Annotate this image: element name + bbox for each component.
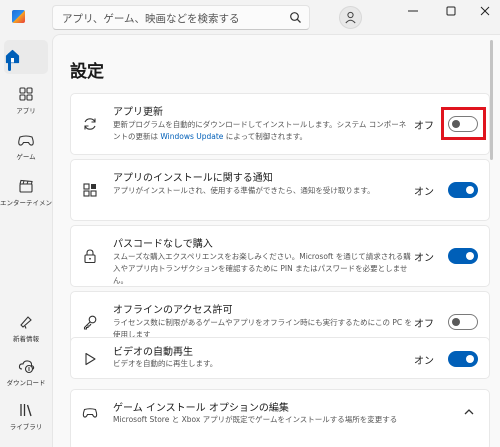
clapperboard-icon [19,179,33,193]
description-text: によって制御されます。 [223,132,307,141]
setting-install-notifications: アプリのインストールに関する通知 アプリがインストールされ、使用する準備ができた… [70,159,490,221]
toggle-state-label: オン [414,187,434,198]
title-bar: アプリ、ゲーム、映画などを検索する [0,0,500,34]
settings-page: 設定 アプリ更新 更新プログラムを自動的にダウンロードしてインストールします。シ… [52,34,500,447]
sidebar-item-label: ライブラリ [9,423,43,431]
search-icon[interactable] [289,11,302,24]
setting-title: パスコードなしで購入 [113,239,213,250]
toggle-knob [452,318,460,326]
purchase-without-passcode-toggle[interactable] [448,248,478,264]
close-button[interactable] [478,4,492,18]
account-avatar[interactable] [339,6,362,29]
sidebar-item-label: ゲーム [16,153,36,161]
sidebar-item-label: ダウンロード [6,379,46,387]
search-box[interactable]: アプリ、ゲーム、映画などを検索する [52,5,310,30]
install-notifications-toggle[interactable] [448,182,478,198]
sidebar-item-downloads[interactable]: ダウンロード [0,358,52,402]
nav-rail: アプリ ゲーム エンターテイメント 新着情報 ダウンロード ライブラリ [0,34,59,447]
gamepad-icon [82,408,98,418]
sidebar-item-apps[interactable]: アプリ [0,86,52,130]
setting-description: ビデオを自動的に再生します。 [113,359,218,368]
setting-app-updates: アプリ更新 更新プログラムを自動的にダウンロードしてインストールします。システム… [70,93,490,155]
sidebar-item-whats-new[interactable]: 新着情報 [0,314,52,358]
toggle-state-label: オフ [414,121,434,132]
setting-description: Microsoft Store と Xbox アプリが既定でゲームをインストール… [113,415,398,424]
play-icon [85,352,96,366]
store-logo-icon [12,10,25,23]
setting-description: 更新プログラムを自動的にダウンロードしてインストールします。システム コンポーネ… [113,119,413,143]
gamepad-icon [18,135,34,146]
highlight-box [441,107,486,140]
megaphone-icon [20,316,32,329]
sidebar-item-label: 新着情報 [13,335,39,343]
setting-game-install-options[interactable]: ゲーム インストール オプションの編集 Microsoft Store と Xb… [70,389,490,447]
toggle-state-label: オン [414,253,434,264]
minimize-button[interactable] [406,4,420,18]
toggle-knob [466,355,474,363]
setting-description: アプリがインストールされ、使用する準備ができたら、通知を受け取ります。 [113,186,375,195]
sidebar-item-label: エンターテイメント [0,199,59,207]
toggle-state-label: オフ [414,319,434,330]
home-icon [5,49,20,64]
video-autoplay-toggle[interactable] [448,351,478,367]
key-icon [83,315,97,330]
person-icon [345,11,356,24]
toggle-knob [466,186,474,194]
sidebar-item-entertainment[interactable]: エンターテイメント [0,178,59,222]
sidebar-item-library[interactable]: ライブラリ [0,402,52,446]
search-input[interactable]: アプリ、ゲーム、映画などを検索する [62,11,240,26]
sidebar-item-label: アプリ [16,107,36,115]
setting-title: アプリのインストールに関する通知 [113,173,273,184]
scrollbar[interactable] [490,40,493,160]
sidebar-item-home[interactable] [4,40,48,74]
library-icon [20,404,32,417]
app-add-icon [83,183,97,197]
setting-purchase-without-passcode: パスコードなしで購入 スムーズな購入エクスペリエンスをお楽しみください。Micr… [70,225,490,287]
setting-title: ビデオの自動再生 [113,347,193,358]
offline-permissions-toggle[interactable] [448,314,478,330]
lock-icon [84,249,96,264]
page-title: 設定 [70,62,104,82]
toggle-state-label: オン [414,356,434,367]
setting-description: スムーズな購入エクスペリエンスをお楽しみください。Microsoft を通じて請… [113,252,411,285]
setting-video-autoplay: ビデオの自動再生 ビデオを自動的に再生します。 オン [70,337,490,379]
toggle-knob [466,252,474,260]
apps-icon [19,87,33,101]
setting-title: ゲーム インストール オプションの編集 [113,403,289,414]
refresh-icon [84,118,96,130]
sidebar-item-gaming[interactable]: ゲーム [0,132,52,176]
cloud-download-icon [18,360,34,374]
maximize-button[interactable] [444,4,458,18]
setting-title: オフラインのアクセス許可 [113,305,233,316]
setting-title: アプリ更新 [113,107,163,118]
chevron-up-icon[interactable] [463,407,475,417]
selection-indicator [8,53,11,71]
windows-update-link[interactable]: Windows Update [160,132,223,141]
